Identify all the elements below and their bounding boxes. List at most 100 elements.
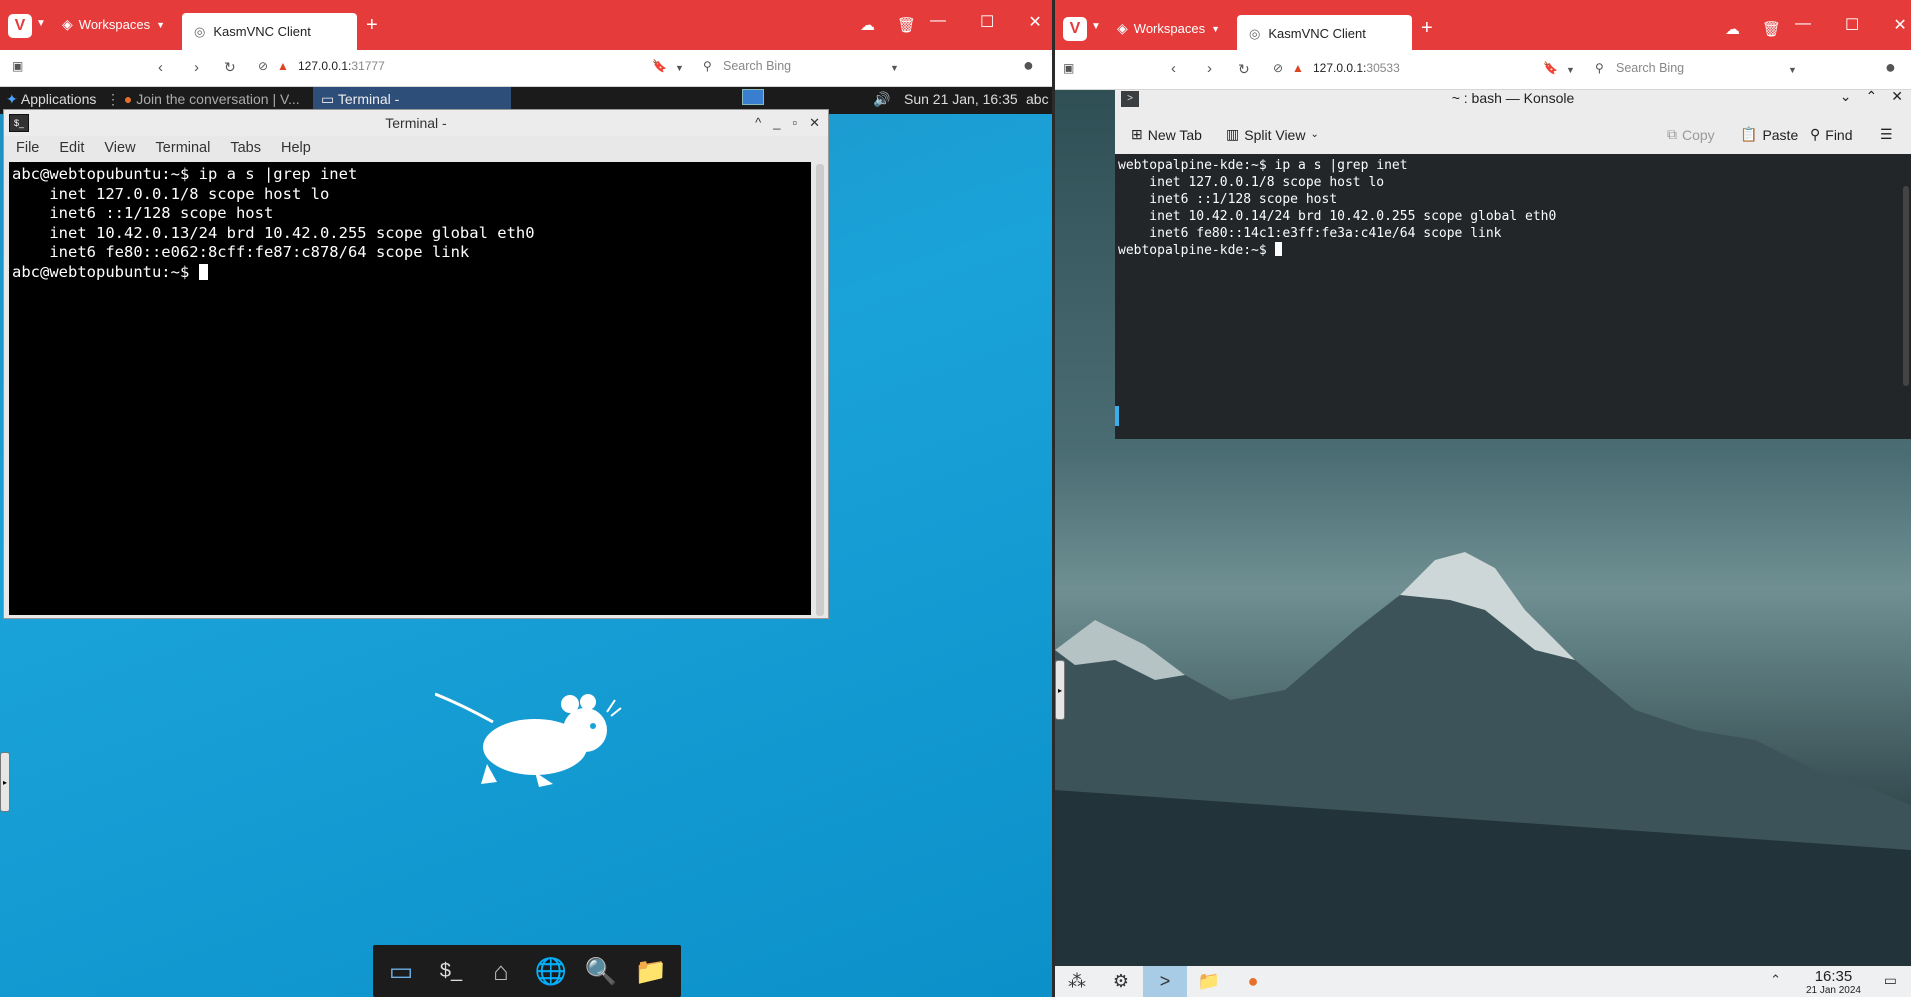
back-icon[interactable]: ‹ (158, 59, 163, 76)
forward-icon[interactable]: › (1207, 60, 1212, 77)
kde-launcher-icon[interactable]: ⁂ (1055, 966, 1099, 997)
bookmark-icon[interactable]: 🔖 (652, 59, 667, 73)
vivaldi-menu-button[interactable]: V (8, 14, 32, 38)
menu-file[interactable]: File (16, 140, 39, 157)
workspace-switcher[interactable] (742, 89, 764, 105)
applications-menu[interactable]: ✦ Applications (6, 91, 96, 108)
maximize-icon[interactable]: ☐ (980, 12, 994, 32)
show-desktop-icon[interactable]: ▭ (381, 951, 421, 991)
clock[interactable]: Sun 21 Jan, 16:35 (904, 91, 1018, 107)
system-settings-icon[interactable]: ⚙ (1099, 966, 1143, 997)
tab-kasmvnc[interactable]: ◎ KasmVNC Client (182, 13, 357, 50)
close-icon[interactable]: ✕ (1028, 12, 1041, 32)
terminal-icon[interactable]: $_ (431, 951, 471, 991)
close-icon[interactable]: ✕ (1891, 90, 1903, 105)
chevron-down-icon[interactable]: ▼ (36, 18, 46, 29)
workspaces-button[interactable]: ◈ Workspaces ▼ (1117, 20, 1220, 37)
maximize-icon[interactable]: ▫ (792, 110, 797, 136)
copy-button[interactable]: ⧉ Copy (1667, 126, 1715, 143)
new-tab-button[interactable]: ⊞ New Tab (1131, 126, 1202, 143)
menu-tabs[interactable]: Tabs (230, 140, 261, 157)
new-tab-button[interactable]: + (1421, 17, 1433, 40)
maximize-icon[interactable]: ☐ (1845, 15, 1859, 35)
minimize-icon[interactable]: — (930, 12, 946, 32)
chevron-down-icon[interactable]: ▼ (890, 63, 899, 73)
window-controls: — ☐ ✕ (1795, 15, 1907, 35)
paste-button[interactable]: 📋 Paste (1740, 126, 1798, 143)
close-icon[interactable]: ✕ (809, 110, 820, 136)
menu-view[interactable]: View (104, 140, 135, 157)
shield-icon[interactable]: ⊘ (258, 59, 268, 73)
chevron-down-icon[interactable]: ⌄ (1840, 90, 1852, 105)
chevron-down-icon[interactable]: ▼ (675, 63, 684, 73)
tab-bar: V ▼ ◈ Workspaces ▼ ◎ KasmVNC Client + ☁ 🗑 — ☐… (1055, 0, 1911, 52)
menu-terminal[interactable]: Terminal (156, 140, 211, 157)
firefox-icon[interactable]: ● (1231, 966, 1275, 997)
search-input[interactable]: Search Bing (723, 59, 791, 73)
vivaldi-menu-button[interactable]: V (1063, 17, 1087, 41)
taskbar-item-konsole[interactable]: > (1143, 966, 1187, 997)
workspaces-button[interactable]: ◈ Workspaces ▼ (62, 16, 165, 33)
cloud-icon[interactable]: ☁ (860, 16, 875, 34)
kde-clock[interactable]: 16:35 21 Jan 2024 (1806, 968, 1861, 996)
url-field[interactable]: 127.0.0.1:30533 (1313, 61, 1400, 75)
show-desktop-icon[interactable]: ▭ (1884, 972, 1897, 989)
file-manager-icon[interactable]: 📁 (1187, 966, 1231, 997)
chevron-down-icon: ▼ (1211, 23, 1220, 34)
app-finder-icon[interactable]: 🔍 (581, 951, 621, 991)
reload-icon[interactable]: ↻ (224, 59, 236, 76)
bookmark-icon[interactable]: 🔖 (1543, 61, 1558, 75)
forward-icon[interactable]: › (194, 59, 199, 76)
taskbar-item-firefox[interactable]: ⋮ ● Join the conversation | V... (106, 91, 300, 108)
trash-icon[interactable]: 🗑 (897, 16, 916, 34)
chevron-down-icon: ⌄ (1310, 129, 1319, 140)
xfce-mouse-logo (435, 692, 622, 787)
reload-icon[interactable]: ↻ (1238, 61, 1250, 78)
tab-kasmvnc[interactable]: ◎ KasmVNC Client (1237, 15, 1412, 52)
konsole-scrollbar[interactable] (1903, 186, 1909, 386)
kde-desktop[interactable]: ▸ > ~ : bash — Konsole ⌄ ⌃ ✕ ⊞ New Tab ▥ S… (1055, 90, 1911, 997)
konsole-terminal-output[interactable]: webtopalpine-kde:~$ ip a s |grep inet in… (1115, 154, 1911, 439)
terminal-scrollbar[interactable] (816, 164, 824, 616)
chevron-down-icon[interactable]: ▼ (1091, 21, 1101, 32)
terminal-titlebar[interactable]: $_ Terminal - ^ _ ▫ ✕ (4, 110, 828, 136)
chevron-up-icon[interactable]: ⌃ (1770, 972, 1781, 988)
terminal-icon: $_ (9, 114, 29, 132)
menu-edit[interactable]: Edit (59, 140, 84, 157)
vnc-sidebar-handle[interactable]: ▸ (0, 752, 10, 812)
panel-toggle-icon[interactable]: ▣ (12, 59, 23, 73)
user-label[interactable]: abc (1026, 91, 1049, 107)
search-input[interactable]: Search Bing (1616, 61, 1684, 75)
split-view-button[interactable]: ▥ Split View ⌄ (1226, 126, 1319, 143)
panel-toggle-icon[interactable]: ▣ (1063, 61, 1074, 75)
new-tab-button[interactable]: + (366, 14, 378, 37)
minimize-icon[interactable]: _ (773, 110, 780, 136)
xfce-desktop[interactable]: ✦ Applications ⋮ ● Join the conversation… (0, 87, 1052, 997)
konsole-title[interactable]: ~ : bash — Konsole (1115, 90, 1911, 106)
copy-icon: ⧉ (1667, 126, 1677, 142)
folder-icon[interactable]: 📁 (631, 951, 671, 991)
terminal-output[interactable]: abc@webtopubuntu:~$ ip a s |grep inet in… (9, 162, 811, 615)
chevron-down-icon[interactable]: ▼ (1788, 65, 1797, 75)
cloud-icon[interactable]: ☁ (1725, 20, 1740, 38)
trash-icon[interactable]: 🗑 (1762, 20, 1781, 38)
find-button[interactable]: ⚲ Find (1810, 126, 1853, 143)
close-icon[interactable]: ✕ (1893, 15, 1906, 35)
home-folder-icon[interactable]: ⌂ (481, 951, 521, 991)
chevron-down-icon[interactable]: ▼ (1566, 65, 1575, 75)
minimize-icon[interactable]: — (1795, 15, 1811, 35)
web-browser-icon[interactable]: 🌐 (531, 951, 571, 991)
shield-icon[interactable]: ⊘ (1273, 61, 1283, 75)
right-browser-window: V ▼ ◈ Workspaces ▼ ◎ KasmVNC Client + ☁ 🗑 — ☐… (1055, 0, 1911, 997)
chevron-up-icon[interactable]: ⌃ (1866, 90, 1878, 105)
profile-icon[interactable]: ● (1023, 55, 1034, 76)
shade-icon[interactable]: ^ (755, 110, 761, 136)
hamburger-menu-icon[interactable]: ☰ (1880, 126, 1893, 143)
vnc-sidebar-handle[interactable]: ▸ (1055, 660, 1065, 720)
volume-icon[interactable]: 🔊 (873, 91, 890, 108)
profile-icon[interactable]: ● (1885, 57, 1896, 78)
url-field[interactable]: 127.0.0.1:31777 (298, 59, 385, 73)
chevron-down-icon: ▼ (156, 19, 165, 30)
back-icon[interactable]: ‹ (1171, 60, 1176, 77)
menu-help[interactable]: Help (281, 140, 311, 157)
